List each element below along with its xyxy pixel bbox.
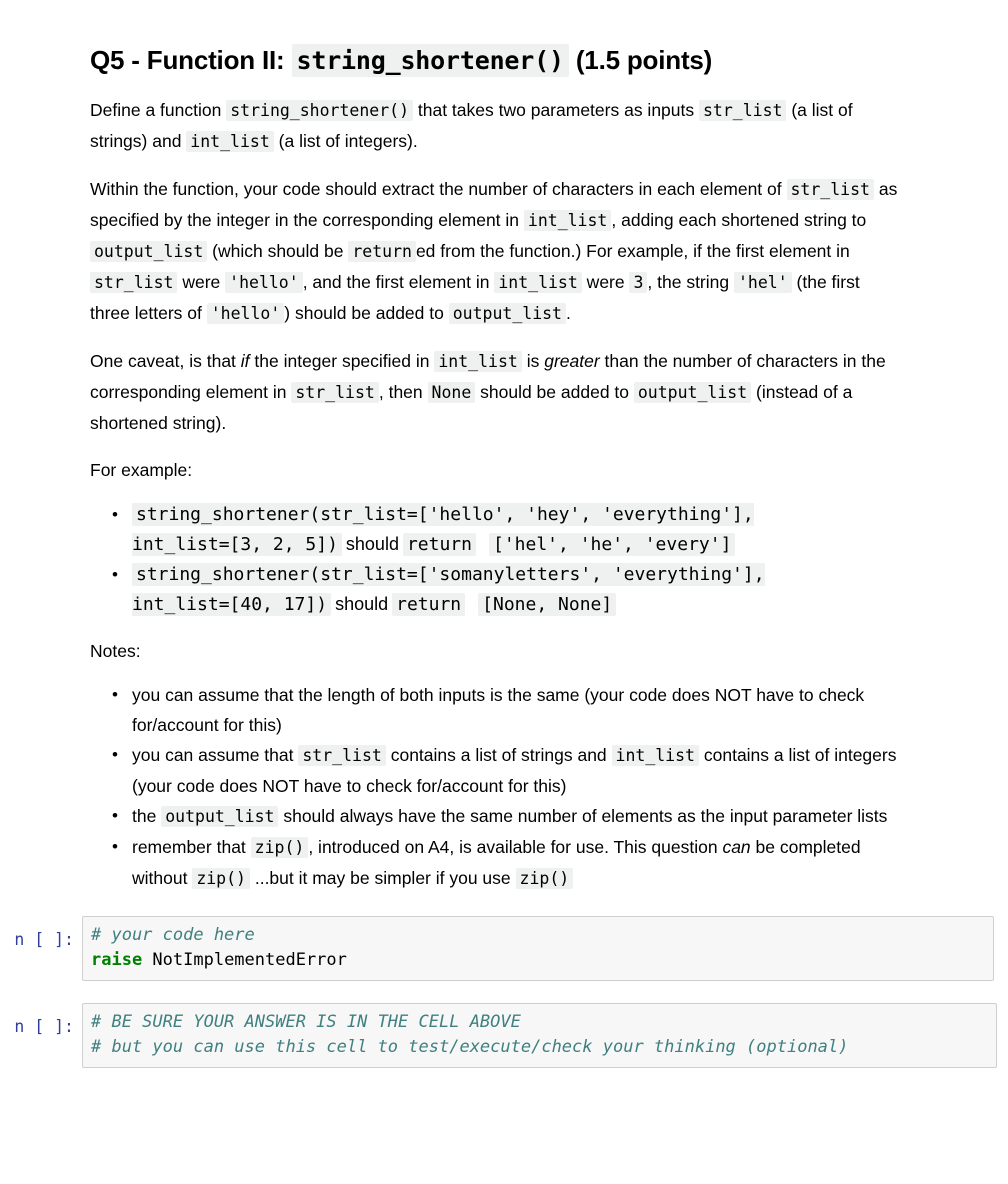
text-fragment: One caveat, is that bbox=[90, 350, 241, 371]
title-suffix: (1.5 points) bbox=[568, 45, 713, 75]
text-fragment: were bbox=[581, 271, 630, 292]
notes-label: Notes: bbox=[90, 640, 141, 661]
title-code-string-shortener: string_shortener() bbox=[291, 44, 569, 77]
code-int-list: int_list bbox=[434, 350, 522, 372]
page-title: Q5 - Function II: string_shortener() (1.… bbox=[90, 0, 900, 77]
cell-prompt-label: n [ ]: bbox=[14, 929, 74, 949]
notes-list: you can assume that the length of both i… bbox=[90, 680, 900, 894]
list-item: the output_list should always have the s… bbox=[112, 801, 900, 832]
code-cell-answer[interactable]: n [ ]: # your code here raise NotImpleme… bbox=[0, 915, 1008, 981]
code-three-literal: 3 bbox=[629, 271, 648, 293]
cell-prompt-label: n [ ]: bbox=[14, 1016, 74, 1036]
code-str-list: str_list bbox=[291, 381, 379, 403]
code-int-list: int_list bbox=[611, 744, 699, 766]
text-fragment: ) should be added to bbox=[284, 302, 449, 323]
code-none: None bbox=[427, 381, 476, 403]
code-return: return bbox=[402, 532, 476, 556]
code-example-result: [None, None] bbox=[478, 592, 617, 616]
code-return: return bbox=[392, 592, 466, 616]
code-zip: zip() bbox=[250, 836, 309, 858]
title-prefix: Q5 - Function II: bbox=[90, 45, 292, 75]
source-code: # BE SURE YOUR ANSWER IS IN THE CELL ABO… bbox=[91, 1010, 988, 1060]
text-fragment: ed from the function.) For example, if t… bbox=[415, 240, 850, 261]
code-hel-literal: 'hel' bbox=[733, 271, 792, 293]
text-fragment: remember that bbox=[132, 836, 251, 857]
text-fragment: you can assume that bbox=[132, 744, 299, 765]
code-str-list: str_list bbox=[90, 271, 178, 293]
code-comment: # BE SURE YOUR ANSWER IS IN THE CELL ABO… bbox=[91, 1011, 521, 1032]
list-item: string_shortener(str_list=['hello', 'hey… bbox=[112, 499, 900, 559]
text-fragment: , the string bbox=[647, 271, 734, 292]
text-fragment: contains a list of strings and bbox=[385, 744, 612, 765]
text-fragment: , then bbox=[378, 381, 428, 402]
markdown-cell[interactable]: Q5 - Function II: string_shortener() (1.… bbox=[0, 0, 900, 894]
text-fragment: is bbox=[521, 350, 545, 371]
code-int-list: int_list bbox=[186, 130, 274, 152]
text-fragment: , adding each shortened string to bbox=[611, 209, 867, 230]
text-fragment: the bbox=[132, 805, 162, 826]
source-code: # your code here raise NotImplementedErr… bbox=[91, 923, 985, 973]
emphasis-can: can bbox=[722, 836, 751, 857]
examples-list: string_shortener(str_list=['hello', 'hey… bbox=[90, 499, 900, 619]
code-hello-literal: 'hello' bbox=[225, 271, 303, 293]
list-item: you can assume that the length of both i… bbox=[112, 680, 900, 740]
emphasis-if: if bbox=[240, 350, 250, 371]
text-fragment: Define a function bbox=[90, 99, 227, 120]
text-fragment: . bbox=[566, 302, 571, 323]
code-name-notimplementederror: NotImplementedError bbox=[142, 949, 347, 970]
code-int-list: int_list bbox=[523, 209, 612, 231]
list-item: you can assume that str_list contains a … bbox=[112, 740, 900, 801]
text-fragment: ...but it may be simpler if you use bbox=[249, 867, 516, 888]
paragraph-define-function: Define a function string_shortener() tha… bbox=[90, 95, 900, 157]
code-keyword-raise: raise bbox=[91, 949, 143, 970]
code-str-list: str_list bbox=[786, 178, 874, 200]
text-fragment: (a list of integers). bbox=[273, 130, 418, 151]
for-example-label: For example: bbox=[90, 459, 193, 480]
code-zip: zip() bbox=[515, 867, 574, 889]
code-hello-literal: 'hello' bbox=[206, 302, 285, 324]
code-output-list: output_list bbox=[90, 240, 208, 262]
text-should: should bbox=[335, 593, 389, 614]
text-fragment: should be added to bbox=[475, 381, 634, 402]
list-item: string_shortener(str_list=['somanyletter… bbox=[112, 559, 900, 619]
text-fragment: Within the function, your code should ex… bbox=[90, 178, 787, 199]
text-fragment: , and the first element in bbox=[302, 271, 495, 292]
code-output-list: output_list bbox=[633, 381, 752, 403]
text-fragment: should always have the same number of el… bbox=[278, 805, 888, 826]
text-should: should bbox=[345, 533, 399, 554]
emphasis-greater: greater bbox=[544, 350, 600, 371]
text-fragment: , introduced on A4, is available for use… bbox=[308, 836, 723, 857]
code-example-result: ['hel', 'he', 'every'] bbox=[489, 532, 736, 556]
text-fragment: that takes two parameters as inputs bbox=[413, 99, 699, 120]
code-cell-scratch[interactable]: n [ ]: # BE SURE YOUR ANSWER IS IN THE C… bbox=[0, 1002, 1008, 1068]
code-editor[interactable]: # your code here raise NotImplementedErr… bbox=[82, 915, 994, 981]
code-str-list: str_list bbox=[298, 744, 386, 766]
code-return: return bbox=[348, 240, 416, 262]
code-output-list: output_list bbox=[448, 302, 566, 324]
list-item: remember that zip(), introduced on A4, i… bbox=[112, 832, 900, 894]
code-comment: # your code here bbox=[91, 924, 255, 945]
code-editor[interactable]: # BE SURE YOUR ANSWER IS IN THE CELL ABO… bbox=[82, 1002, 997, 1068]
paragraph-within-function: Within the function, your code should ex… bbox=[90, 174, 900, 329]
code-output-list: output_list bbox=[161, 805, 279, 827]
paragraph-one-caveat: One caveat, is that if the integer speci… bbox=[90, 346, 900, 438]
text-fragment: the integer specified in bbox=[249, 350, 435, 371]
code-zip: zip() bbox=[192, 867, 250, 889]
code-string-shortener: string_shortener() bbox=[226, 99, 414, 121]
notebook-container: Q5 - Function II: string_shortener() (1.… bbox=[0, 0, 1008, 1068]
text-fragment: you can assume that the length of both i… bbox=[132, 684, 865, 735]
code-int-list: int_list bbox=[494, 271, 582, 293]
text-fragment: were bbox=[177, 271, 226, 292]
code-comment: # but you can use this cell to test/exec… bbox=[91, 1036, 849, 1057]
text-fragment: (which should be bbox=[207, 240, 349, 261]
code-str-list: str_list bbox=[699, 99, 787, 121]
